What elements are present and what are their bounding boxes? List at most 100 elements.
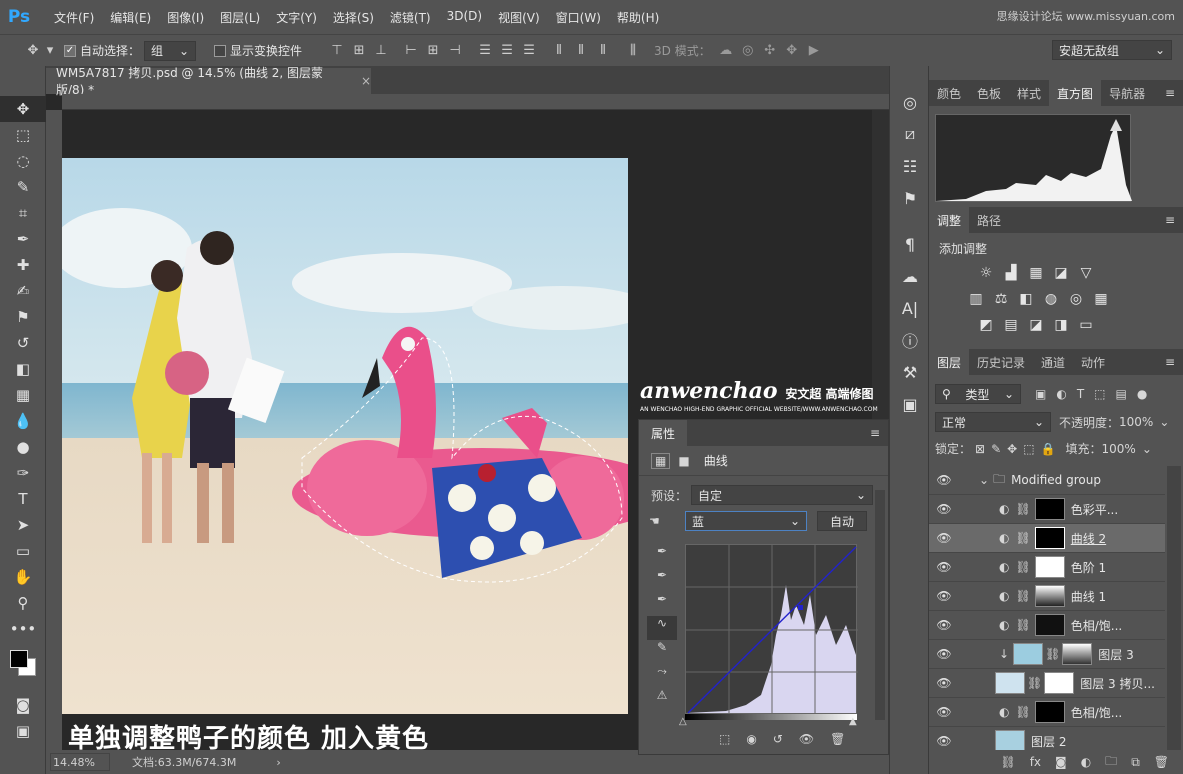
- close-icon[interactable]: ×: [361, 74, 371, 88]
- roll-3d-icon[interactable]: ◎: [737, 41, 759, 61]
- trash-icon[interactable]: 🗑: [1154, 755, 1169, 769]
- menu-window[interactable]: 窗口(W): [548, 9, 609, 26]
- rectangle-tool-icon[interactable]: ▭: [0, 538, 46, 564]
- levels-icon[interactable]: ▟: [1000, 262, 1022, 284]
- panel-menu-icon[interactable]: ≡: [1165, 86, 1175, 100]
- align-left-icon[interactable]: ⊢: [400, 41, 422, 61]
- menu-view[interactable]: 视图(V): [490, 9, 548, 26]
- gradient-tool-icon[interactable]: ▦: [0, 382, 46, 408]
- distribute-hcenter-icon[interactable]: ⫴: [570, 41, 592, 61]
- stamp-tool-icon[interactable]: ⚑: [0, 304, 46, 330]
- lock-transparent-icon[interactable]: ⊠: [975, 442, 985, 456]
- menu-help[interactable]: 帮助(H): [609, 9, 667, 26]
- hand-tool-icon[interactable]: ✋: [0, 564, 46, 590]
- distribute-vcenter-icon[interactable]: ☰: [496, 41, 518, 61]
- menu-type[interactable]: 文字(Y): [268, 9, 325, 26]
- tool-presets-icon[interactable]: ⚒: [890, 356, 930, 388]
- history-brush-tool-icon[interactable]: ↺: [0, 330, 46, 356]
- dodge-tool-icon[interactable]: ●: [0, 434, 46, 460]
- filter-smart-icon[interactable]: ▤: [1116, 387, 1127, 401]
- clipping-icon[interactable]: ⚠: [647, 688, 677, 712]
- trash-icon[interactable]: 🗑: [830, 732, 845, 746]
- view-previous-icon[interactable]: ◉: [746, 732, 756, 746]
- vibrance-icon[interactable]: ▽: [1075, 262, 1097, 284]
- info-icon[interactable]: ⓘ: [890, 324, 930, 356]
- panel-menu-icon[interactable]: ≡: [870, 426, 880, 440]
- gradient-map-icon[interactable]: ▭: [1075, 314, 1097, 336]
- curves-graph[interactable]: [685, 544, 858, 715]
- slide-3d-icon[interactable]: ✥: [781, 41, 803, 61]
- quick-mask-icon[interactable]: ◙: [0, 692, 46, 718]
- layer-row[interactable]: 👁 ◐ ⛓ 色彩平...: [929, 495, 1165, 524]
- layer-row[interactable]: 👁 ⛓ 图层 3 拷贝...: [929, 669, 1165, 698]
- fill-value[interactable]: 100%: [1102, 442, 1136, 456]
- align-hcenter-icon[interactable]: ⊞: [422, 41, 444, 61]
- color-lookup-icon[interactable]: ▦: [1090, 288, 1112, 310]
- menu-3d[interactable]: 3D(D): [439, 9, 490, 26]
- visibility-icon[interactable]: 👁: [799, 732, 814, 746]
- layer-row[interactable]: 👁 ◐ ⛓ 色相/饱...: [929, 698, 1165, 727]
- add-mask-icon[interactable]: ◙: [1055, 755, 1067, 769]
- clip-to-layer-icon[interactable]: ⬚: [719, 732, 730, 746]
- tab-color[interactable]: 颜色: [929, 80, 969, 106]
- new-layer-icon[interactable]: ⧉: [1131, 755, 1140, 770]
- filter-type-icon[interactable]: T: [1077, 387, 1084, 401]
- distribute-top-icon[interactable]: ☰: [474, 41, 496, 61]
- character-icon[interactable]: A|: [890, 292, 930, 324]
- curve-edit-icon[interactable]: ∿: [647, 616, 677, 640]
- visibility-icon[interactable]: 👁: [929, 618, 959, 632]
- menu-select[interactable]: 选择(S): [325, 9, 382, 26]
- filter-toggle-icon[interactable]: ●: [1137, 387, 1147, 401]
- distribute-bottom-icon[interactable]: ☰: [518, 41, 540, 61]
- camera-3d-icon[interactable]: ▶: [803, 41, 825, 61]
- clone-source-icon[interactable]: ⧄: [890, 118, 930, 150]
- visibility-icon[interactable]: 👁: [929, 560, 959, 574]
- eraser-tool-icon[interactable]: ◧: [0, 356, 46, 382]
- posterize-icon[interactable]: ▤: [1000, 314, 1022, 336]
- distribute-left-icon[interactable]: ⫴: [548, 41, 570, 61]
- new-group-icon[interactable]: 🗀: [1105, 752, 1117, 773]
- layer-filter-dropdown[interactable]: ⚲ 类型 ⌄: [935, 384, 1021, 404]
- zoom-tool-icon[interactable]: ⚲: [0, 590, 46, 616]
- distribute-right-icon[interactable]: ⫴: [592, 41, 614, 61]
- menu-edit[interactable]: 编辑(E): [102, 9, 159, 26]
- pan-3d-icon[interactable]: ✣: [759, 41, 781, 61]
- path-select-tool-icon[interactable]: ➤: [0, 512, 46, 538]
- tab-layers[interactable]: 图层: [929, 349, 970, 375]
- chevron-down-icon[interactable]: ⌄: [1159, 415, 1169, 429]
- layer-row[interactable]: 👁 图层 2: [929, 727, 1165, 750]
- blend-mode-dropdown[interactable]: 正常 ⌄: [935, 412, 1051, 432]
- lock-all-icon[interactable]: 🔒: [1041, 442, 1056, 456]
- layer-row[interactable]: 👁 ◐ ⛓ 曲线 1: [929, 582, 1165, 611]
- marquee-tool-icon[interactable]: ⬚: [0, 122, 46, 148]
- stamp-dock-icon[interactable]: ⚑: [890, 182, 930, 214]
- tab-histogram[interactable]: 直方图: [1049, 80, 1102, 106]
- align-vcenter-icon[interactable]: ⊞: [348, 41, 370, 61]
- chevron-right-icon[interactable]: ›: [276, 756, 280, 769]
- healing-tool-icon[interactable]: ✚: [0, 252, 46, 278]
- threshold-icon[interactable]: ◪: [1025, 314, 1047, 336]
- visibility-icon[interactable]: 👁: [929, 473, 959, 487]
- blur-tool-icon[interactable]: 💧: [0, 408, 46, 434]
- invert-icon[interactable]: ◩: [975, 314, 997, 336]
- tab-adjustments[interactable]: 调整: [929, 207, 970, 233]
- auto-button[interactable]: 自动: [817, 511, 867, 531]
- preset-dropdown[interactable]: 自定 ⌄: [691, 485, 874, 505]
- properties-scrollbar[interactable]: [875, 490, 885, 720]
- screen-mode-icon[interactable]: ▣: [0, 718, 46, 744]
- curves-icon[interactable]: ▦: [1025, 262, 1047, 284]
- layer-group-row[interactable]: 👁 ⌄ 🗀 Modified group: [929, 466, 1165, 495]
- lock-position-icon[interactable]: ✥: [1007, 442, 1017, 456]
- 3d-icon[interactable]: ▣: [890, 388, 930, 420]
- opacity-value[interactable]: 100%: [1119, 415, 1153, 429]
- tab-navigator[interactable]: 导航器: [1101, 80, 1153, 106]
- visibility-icon[interactable]: 👁: [929, 589, 959, 603]
- move-tool-icon[interactable]: ✥: [0, 96, 46, 122]
- chevron-down-icon[interactable]: ▾: [44, 41, 56, 61]
- auto-align-icon[interactable]: ⫼: [622, 41, 644, 61]
- layer-row[interactable]: 👁 ◐ ⛓ 曲线 2: [929, 524, 1165, 553]
- eyedropper-white-icon[interactable]: ✒: [647, 592, 677, 616]
- brightness-icon[interactable]: ☼: [975, 262, 997, 284]
- type-tool-icon[interactable]: T: [0, 486, 46, 512]
- link-layers-icon[interactable]: ⛓: [1000, 755, 1015, 769]
